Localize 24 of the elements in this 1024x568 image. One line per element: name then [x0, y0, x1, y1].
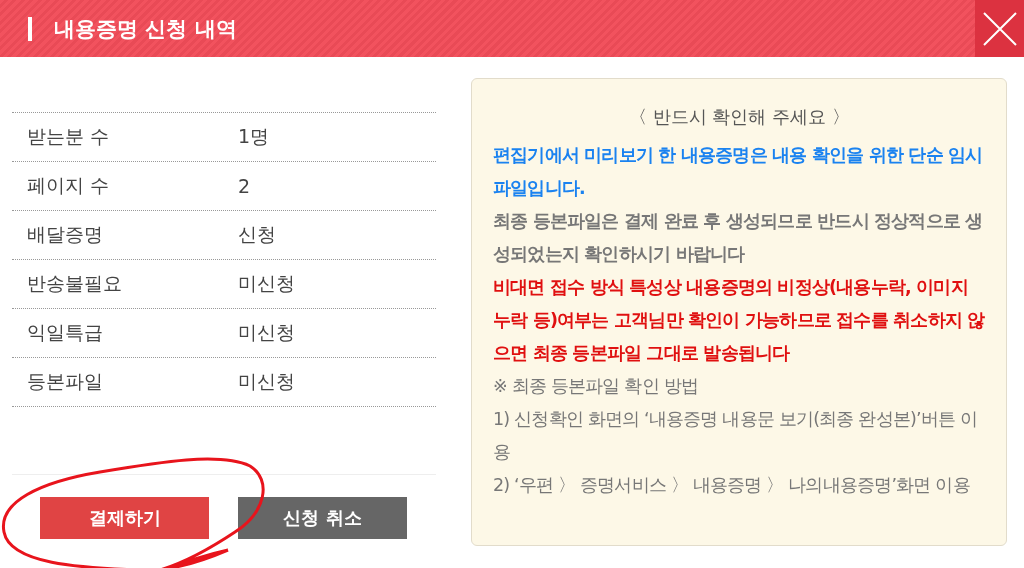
pay-button[interactable]: 결제하기 — [40, 497, 209, 539]
field-value: 1명 — [238, 124, 270, 149]
close-icon — [981, 10, 1018, 47]
field-label: 받는분 수 — [26, 124, 111, 149]
notice-text: ※ 최종 등본파일 확인 방법 — [493, 375, 699, 398]
field-label: 배달증명 — [26, 222, 104, 247]
field-label: 등본파일 — [26, 369, 104, 394]
window-title: 내용증명 신청 내역 — [54, 15, 238, 43]
field-value: 미신청 — [238, 320, 295, 345]
notice-text: 1) 신청확인 화면의 ‘내용증명 내용문 보기(최종 완성본)’버튼 이용 — [493, 408, 979, 464]
notice-title: 〈 반드시 확인해 주세요 〉 — [628, 105, 851, 129]
cancel-button[interactable]: 신청 취소 — [238, 497, 407, 539]
field-value: 미신청 — [238, 369, 295, 394]
notice-text: 편집기에서 미리보기 한 내용증명은 내용 확인을 위한 단순 임시 파일입니다. — [493, 144, 984, 200]
field-value: 미신청 — [238, 271, 295, 296]
field-label: 반송불필요 — [26, 271, 123, 296]
notice-text: 최종 등본파일은 결제 완료 후 생성되므로 반드시 정상적으로 생성되었는지 확인하시기 바랍니다 — [493, 210, 984, 266]
notice-text: 비대면 접수 방식 특성상 내용증명의 비정상(내용누락, 이미지 누락 등)여부는 고객님만 확인이 가능하므로 접수를 취소하지 않으면 최종 등본파일 그대로 발송됩니다 — [493, 276, 986, 365]
field-value: 2 — [238, 175, 251, 197]
field-value: 신청 — [238, 222, 276, 247]
notice-text: 2) ‘우편 〉 증명서비스 〉 내용증명 〉 나의내용증명’화면 이용 — [493, 474, 971, 497]
field-label: 익일특급 — [26, 320, 104, 345]
field-label: 페이지 수 — [26, 173, 111, 198]
close-button[interactable] — [975, 0, 1024, 57]
